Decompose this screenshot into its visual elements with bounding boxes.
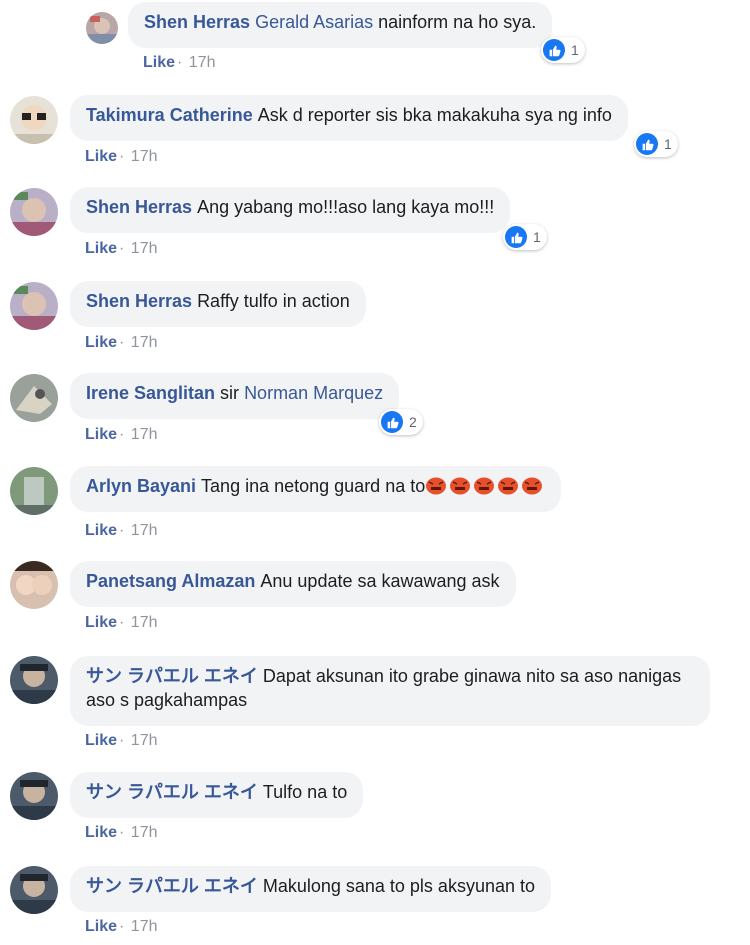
separator: · [119,148,125,165]
comment-bubble: Shen Herras Ang yabang mo!!!aso lang kaya… [70,187,511,233]
comment-bubble: Takimura Catherine Ask d reporter sis bka… [70,95,628,141]
comment-meta: Like · 17h [85,333,158,353]
rage-face-icon [425,475,447,495]
comment-meta: Like · 17h [143,53,216,73]
like-reaction-icon [636,133,658,155]
like-link[interactable]: Like [85,148,117,165]
rage-face-icon [521,475,543,495]
comment-bubble: Panetsang Almazan Anu update sa kawawang … [70,561,516,607]
comment-bubble: サン ラパエル エネイ Dapat aksunan ito grabe ginaw… [70,656,710,726]
comment-author[interactable]: サン ラパエル エネイ [86,782,258,802]
avatar[interactable] [10,772,58,820]
comment-author[interactable]: Takimura Catherine [86,105,253,125]
comment-text: Anu update sa kawawang ask [260,571,500,591]
like-link[interactable]: Like [85,334,117,351]
comment-author[interactable]: Panetsang Almazan [86,571,255,591]
rage-face-icon [473,475,495,495]
timestamp[interactable]: 17h [131,148,158,165]
avatar[interactable] [10,866,58,914]
separator: · [119,824,125,841]
timestamp[interactable]: 17h [189,54,216,71]
comment-author[interactable]: Shen Herras [86,197,192,217]
comment-meta: Like · 17h [85,521,158,541]
comment-meta: Like · 17h [85,823,158,843]
comment-text: Raffy tulfo in action [197,291,350,311]
avatar[interactable] [10,374,58,422]
comment-text: sir [220,383,240,403]
comment-bubble: サン ラパエル エネイ Tulfo na to [70,772,364,818]
reaction-count[interactable]: 1 [541,37,585,63]
like-link[interactable]: Like [85,522,117,539]
mention-link[interactable]: Norman Marquez [244,383,383,403]
separator: · [177,54,183,71]
comment-bubble: Shen Herras Raffy tulfo in action [70,281,366,327]
comment-text: nainform na ho sya. [378,12,537,32]
like-reaction-icon [505,226,527,248]
rage-face-icon [497,475,519,495]
comment-author[interactable]: Arlyn Bayani [86,476,196,496]
reaction-number: 1 [571,42,579,58]
like-reaction-icon [543,39,565,61]
rage-face-icon [449,475,471,495]
timestamp[interactable]: 17h [131,732,158,749]
mention-link[interactable]: Gerald Asarias [255,12,373,32]
separator: · [119,522,125,539]
comment-meta: Like · 17h [85,147,158,167]
avatar[interactable] [10,188,58,236]
comment-bubble: Irene Sanglitan sir Norman Marquez [70,373,400,419]
avatar[interactable] [86,12,118,44]
comment-text: Ang yabang mo!!!aso lang kaya mo!!! [197,197,495,217]
reaction-count[interactable]: 1 [634,131,678,157]
separator: · [119,732,125,749]
comment-bubble: Arlyn Bayani Tang ina netong guard na to [70,466,562,512]
timestamp[interactable]: 17h [131,240,158,257]
comment-author[interactable]: Shen Herras [86,291,192,311]
comment-author[interactable]: サン ラパエル エネイ [86,876,258,896]
avatar[interactable] [10,467,58,515]
comment-author[interactable]: Irene Sanglitan [86,383,215,403]
timestamp[interactable]: 17h [131,334,158,351]
timestamp[interactable]: 17h [131,918,158,935]
separator: · [119,240,125,257]
comment-meta: Like · 17h [85,731,158,751]
timestamp[interactable]: 17h [131,522,158,539]
comment-text: Tulfo na to [262,782,348,802]
avatar[interactable] [10,656,58,704]
comment-text: Tang ina netong guard na to [201,476,426,496]
comment-bubble: Shen Herras Gerald Asarias nainform na ho… [128,2,553,48]
like-link[interactable]: Like [143,54,175,71]
reaction-number: 2 [409,414,417,430]
timestamp[interactable]: 17h [131,824,158,841]
avatar[interactable] [10,96,58,144]
comment-author[interactable]: Shen Herras [144,12,250,32]
reaction-number: 1 [533,229,541,245]
like-link[interactable]: Like [85,240,117,257]
comment-bubble: サン ラパエル エネイ Makulong sana to pls aksyunan… [70,866,551,912]
avatar[interactable] [10,561,58,609]
separator: · [119,918,125,935]
comment-text: Ask d reporter sis bka makakuha sya ng i… [257,105,612,125]
reaction-count[interactable]: 1 [503,224,547,250]
comment-meta: Like · 17h [85,239,158,259]
reaction-number: 1 [664,136,672,152]
separator: · [119,426,125,443]
comment-text: Makulong sana to pls aksyunan to [262,876,535,896]
comment-meta: Like · 17h [85,425,158,445]
comment-author[interactable]: サン ラパエル エネイ [86,666,258,686]
separator: · [119,614,125,631]
like-link[interactable]: Like [85,824,117,841]
like-link[interactable]: Like [85,614,117,631]
like-reaction-icon [381,411,403,433]
timestamp[interactable]: 17h [131,426,158,443]
comment-meta: Like · 17h [85,917,158,937]
like-link[interactable]: Like [85,732,117,749]
separator: · [119,334,125,351]
timestamp[interactable]: 17h [131,614,158,631]
reaction-count[interactable]: 2 [379,409,423,435]
avatar[interactable] [10,282,58,330]
comment-meta: Like · 17h [85,613,158,633]
like-link[interactable]: Like [85,426,117,443]
like-link[interactable]: Like [85,918,117,935]
